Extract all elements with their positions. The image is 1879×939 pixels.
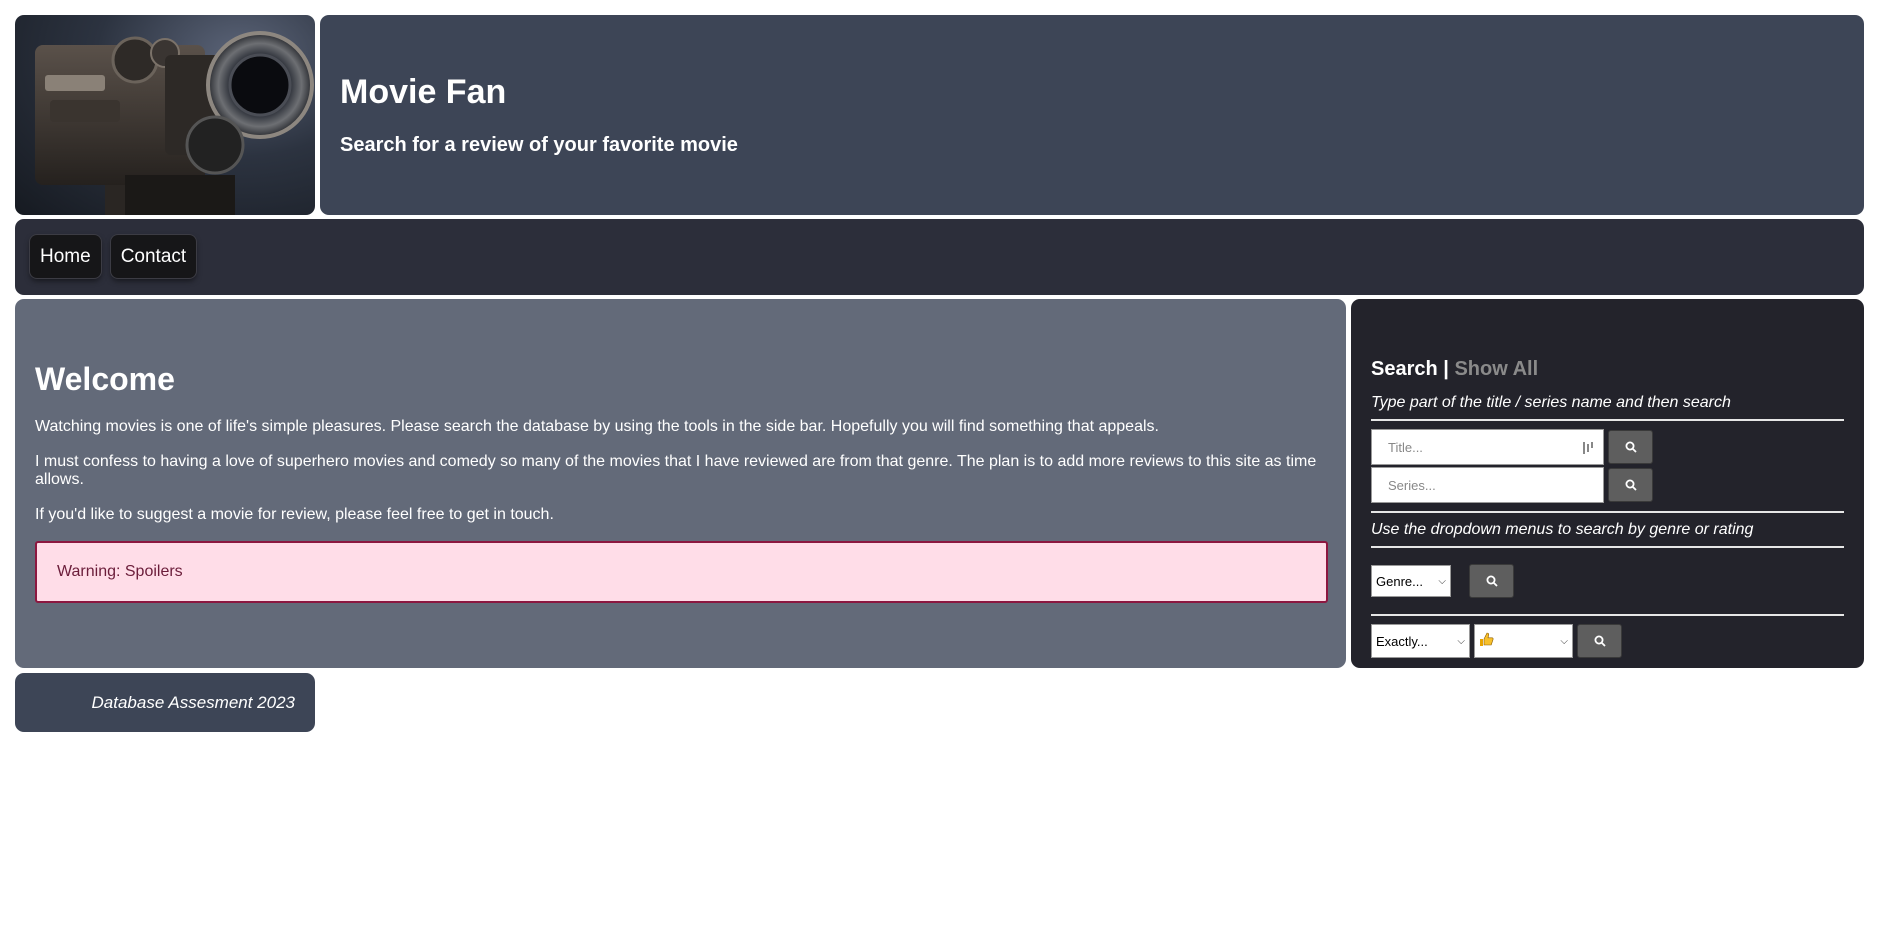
divider xyxy=(1371,614,1844,616)
spoiler-warning-alert: Warning: Spoilers xyxy=(35,541,1328,603)
intro-paragraph-1: Watching movies is one of life's simple … xyxy=(35,418,1159,435)
series-search-input[interactable]: Series... xyxy=(1371,467,1604,503)
search-icon xyxy=(1594,635,1606,647)
site-footer: Database Assesment 2023 xyxy=(15,673,315,732)
divider xyxy=(1371,419,1844,421)
search-icon xyxy=(1625,441,1637,453)
text-search-hint: Type part of the title / series name and… xyxy=(1371,394,1731,411)
chevron-down-icon: ⌵ xyxy=(1457,635,1465,647)
autofill-icon xyxy=(1583,441,1594,455)
series-search-button[interactable] xyxy=(1608,468,1653,502)
rating-comparison-select[interactable]: Exactly... ⌵ xyxy=(1371,624,1470,658)
comparison-select-value: Exactly... xyxy=(1376,633,1428,649)
search-tabs: Search | Show All xyxy=(1371,358,1844,381)
main-navigation: Home Contact xyxy=(15,219,1864,295)
title-search-button[interactable] xyxy=(1608,430,1653,464)
main-content: Welcome Watching movies is one of life's… xyxy=(15,299,1346,668)
welcome-heading: Welcome xyxy=(35,361,175,397)
tab-show-all[interactable]: Show All xyxy=(1454,358,1538,380)
nav-home-button[interactable]: Home xyxy=(30,235,101,278)
tab-search[interactable]: Search xyxy=(1371,358,1438,380)
movie-camera-icon xyxy=(35,31,314,215)
search-icon xyxy=(1486,575,1498,587)
rating-select[interactable]: ⌵ xyxy=(1474,624,1573,658)
intro-paragraph-2: I must confess to having a love of super… xyxy=(35,453,1317,488)
site-subtitle: Search for a review of your favorite mov… xyxy=(340,134,738,156)
nav-contact-button[interactable]: Contact xyxy=(110,235,197,278)
site-logo-image xyxy=(15,15,315,215)
genre-search-button[interactable] xyxy=(1469,564,1514,598)
chevron-down-icon: ⌵ xyxy=(1560,635,1568,647)
tab-separator: | xyxy=(1443,358,1449,380)
dropdown-search-hint: Use the dropdown menus to search by genr… xyxy=(1371,521,1754,538)
thumbs-up-icon xyxy=(1479,632,1494,650)
title-placeholder: Title... xyxy=(1388,439,1423,455)
genre-select[interactable]: Genre... ⌵ xyxy=(1371,565,1451,597)
divider xyxy=(1371,511,1844,513)
footer-text: Database Assesment 2023 xyxy=(91,693,296,712)
intro-paragraph-3: If you'd like to suggest a movie for rev… xyxy=(35,506,554,523)
title-search-input[interactable]: Title... xyxy=(1371,429,1604,465)
chevron-down-icon: ⌵ xyxy=(1438,575,1446,587)
rating-search-button[interactable] xyxy=(1577,624,1622,658)
site-title: Movie Fan xyxy=(340,73,507,111)
search-icon xyxy=(1625,479,1637,491)
search-sidebar: Search | Show All Type part of the title… xyxy=(1351,299,1864,668)
series-placeholder: Series... xyxy=(1388,477,1436,493)
genre-select-value: Genre... xyxy=(1376,573,1423,589)
site-header: Movie Fan Search for a review of your fa… xyxy=(320,15,1864,215)
divider xyxy=(1371,546,1844,548)
